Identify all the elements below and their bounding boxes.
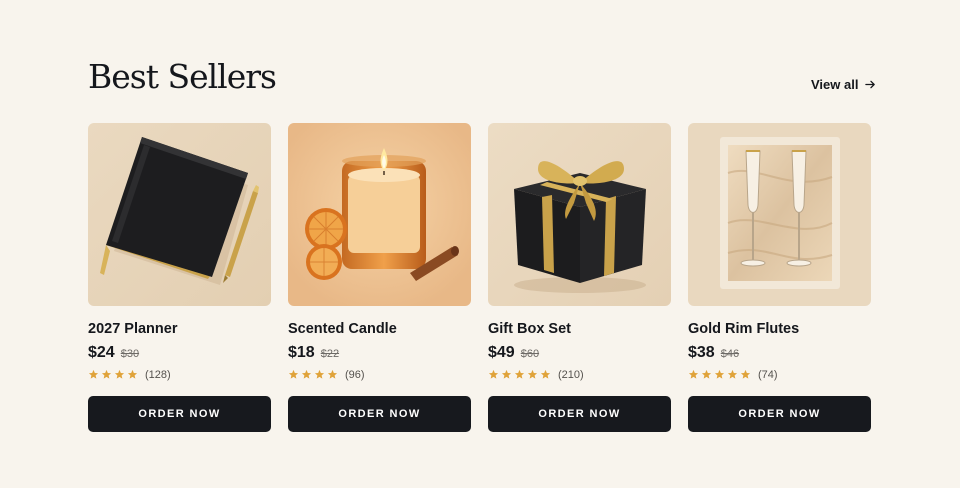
gift-box-image[interactable] xyxy=(488,123,671,306)
product-rating: (96) xyxy=(288,368,471,382)
rating-count: (96) xyxy=(345,369,365,381)
star-icon xyxy=(288,369,300,381)
star-icon xyxy=(127,369,139,381)
rating-count: (210) xyxy=(558,369,584,381)
champagne-flutes-image[interactable] xyxy=(688,123,871,306)
product-old-price: $22 xyxy=(320,348,340,360)
product-name: Gold Rim Flutes xyxy=(688,321,800,337)
product-name: Scented Candle xyxy=(288,321,397,337)
star-icon xyxy=(740,369,752,381)
product-price: $24 xyxy=(88,344,115,361)
product-rating: (128) xyxy=(88,368,271,382)
product-old-price: $30 xyxy=(120,348,140,360)
rating-count: (128) xyxy=(145,369,171,381)
star-icon xyxy=(714,369,726,381)
view-all-label: View all xyxy=(811,77,859,92)
view-all-link[interactable]: View all xyxy=(811,77,876,92)
product-name: Gift Box Set xyxy=(488,321,571,337)
product-grid: 2027 Planner $24 $30 (128) ORDER NOW Sce… xyxy=(88,123,871,432)
star-icon xyxy=(727,369,739,381)
price-row: $38 $46 xyxy=(688,344,871,364)
star-icon xyxy=(527,369,539,381)
product-card: Scented Candle $18 $22 (96) ORDER NOW xyxy=(288,123,471,432)
section-title: Best Sellers xyxy=(88,57,277,96)
product-old-price: $46 xyxy=(720,348,740,360)
star-icon xyxy=(314,369,326,381)
product-price: $49 xyxy=(488,344,515,361)
star-icon xyxy=(88,369,100,381)
price-row: $24 $30 xyxy=(88,344,271,364)
star-icon xyxy=(114,369,126,381)
product-card: 2027 Planner $24 $30 (128) ORDER NOW xyxy=(88,123,271,432)
product-rating: (74) xyxy=(688,368,871,382)
price-row: $49 $60 xyxy=(488,344,671,364)
star-icon xyxy=(327,369,339,381)
star-icon xyxy=(501,369,513,381)
price-row: $18 $22 xyxy=(288,344,471,364)
star-icon xyxy=(488,369,500,381)
product-old-price: $60 xyxy=(520,348,540,360)
candle-image[interactable] xyxy=(288,123,471,306)
rating-count: (74) xyxy=(758,369,778,381)
star-icon xyxy=(301,369,313,381)
order-now-button[interactable]: ORDER NOW xyxy=(88,396,271,432)
star-icon xyxy=(101,369,113,381)
product-rating: (210) xyxy=(488,368,671,382)
planner-image[interactable] xyxy=(88,123,271,306)
star-icon xyxy=(514,369,526,381)
product-name: 2027 Planner xyxy=(88,321,178,337)
order-now-button[interactable]: ORDER NOW xyxy=(288,396,471,432)
order-now-button[interactable]: ORDER NOW xyxy=(688,396,871,432)
product-price: $18 xyxy=(288,344,315,361)
star-icon xyxy=(701,369,713,381)
product-card: Gold Rim Flutes $38 $46 (74) ORDER NOW xyxy=(688,123,871,432)
arrow-right-icon xyxy=(865,80,876,89)
product-price: $38 xyxy=(688,344,715,361)
star-icon xyxy=(540,369,552,381)
order-now-button[interactable]: ORDER NOW xyxy=(488,396,671,432)
product-card: Gift Box Set $49 $60 (210) ORDER NOW xyxy=(488,123,671,432)
star-icon xyxy=(688,369,700,381)
